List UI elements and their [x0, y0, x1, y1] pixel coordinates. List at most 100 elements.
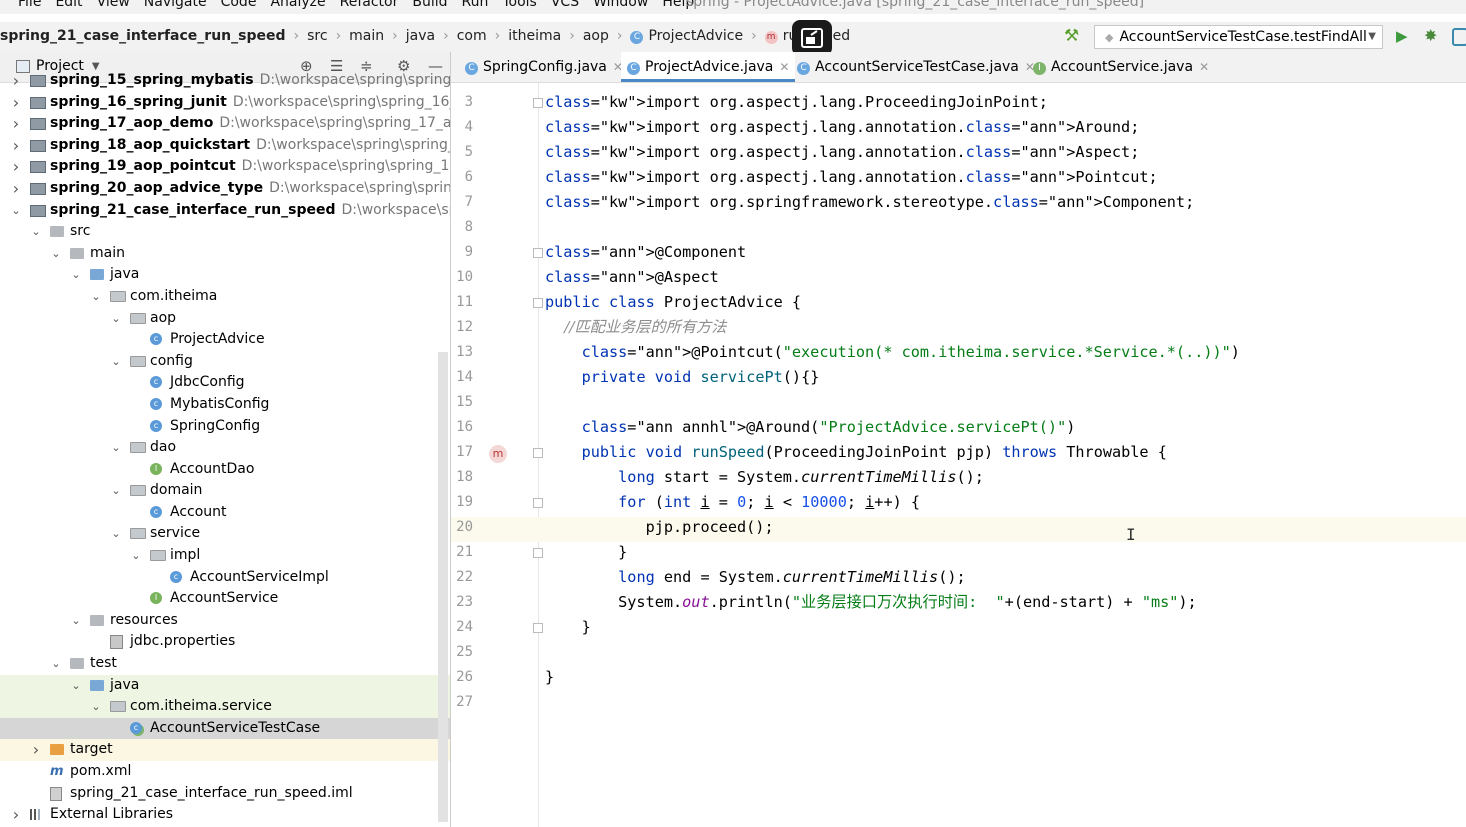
- tree-row[interactable]: ⌄ dao: [0, 437, 450, 459]
- fold-marker-icon[interactable]: [533, 98, 543, 108]
- tree-row[interactable]: c AccountServiceImpl: [0, 567, 450, 589]
- tree-row[interactable]: ⌄ com.itheima.service: [0, 696, 450, 718]
- chevron-right-icon[interactable]: ›: [10, 178, 22, 200]
- menu-item-code[interactable]: Code: [221, 0, 257, 10]
- tree-row[interactable]: ⌄ spring_21_case_interface_run_speed D:\wo…: [0, 200, 450, 222]
- tree-row[interactable]: ⌄ java: [0, 674, 450, 697]
- fold-marker-icon[interactable]: [533, 623, 543, 633]
- chevron-down-icon[interactable]: ⌄: [110, 480, 122, 502]
- debug-icon[interactable]: ✸: [1424, 26, 1437, 45]
- chevron-right-icon[interactable]: ›: [10, 113, 22, 135]
- breadcrumb-item[interactable]: itheima: [508, 28, 561, 44]
- run-configuration-select[interactable]: ◆ AccountServiceTestCase.testFindAll ▼: [1094, 25, 1383, 49]
- line-number: 6: [464, 169, 473, 185]
- chevron-right-icon[interactable]: ›: [30, 739, 42, 761]
- tree-row[interactable]: ⌄ com.itheima: [0, 286, 450, 308]
- menu-item-analyze[interactable]: Analyze: [270, 0, 325, 10]
- chevron-right-icon[interactable]: ›: [10, 156, 22, 178]
- tab-accountservicetestcase[interactable]: C AccountServiceTestCase.java ✕: [791, 52, 1041, 82]
- tree-row[interactable]: ⌄ aop: [0, 308, 450, 330]
- tree-row[interactable]: c SpringConfig: [0, 416, 450, 438]
- breadcrumb-item[interactable]: main: [349, 28, 384, 44]
- tree-row[interactable]: › External Libraries: [0, 804, 450, 826]
- tab-accountservice[interactable]: I AccountService.java ✕: [1027, 52, 1215, 82]
- fold-marker-icon[interactable]: [533, 298, 543, 308]
- chevron-down-icon[interactable]: ⌄: [130, 545, 142, 567]
- close-icon[interactable]: ✕: [1199, 60, 1209, 74]
- menu-item-refactor[interactable]: Refactor: [340, 0, 399, 10]
- tree-row[interactable]: c JdbcConfig: [0, 372, 450, 394]
- tree-row[interactable]: ⌄ main: [0, 243, 450, 265]
- tab-projectadvice[interactable]: C ProjectAdvice.java ✕: [621, 52, 796, 82]
- chevron-down-icon[interactable]: ⌄: [90, 696, 102, 718]
- tree-row[interactable]: c Account: [0, 502, 450, 524]
- tree-row[interactable]: ⌄ java: [0, 264, 450, 286]
- tree-row[interactable]: › spring_20_aop_advice_type D:\workspace\s…: [0, 178, 450, 200]
- chevron-down-icon[interactable]: ⌄: [70, 610, 82, 632]
- chevron-down-icon[interactable]: ⌄: [50, 243, 62, 265]
- fold-marker-icon[interactable]: [533, 448, 543, 458]
- breadcrumb-item[interactable]: com: [457, 28, 487, 44]
- tree-row[interactable]: ⌄ domain: [0, 480, 450, 502]
- method-marker-icon[interactable]: m: [489, 445, 507, 463]
- tree-row[interactable]: c ProjectAdvice: [0, 329, 450, 351]
- tree-row[interactable]: m pom.xml: [0, 761, 450, 783]
- chevron-right-icon[interactable]: ›: [10, 70, 22, 92]
- tree-row[interactable]: ⌄ src: [0, 221, 450, 243]
- tree-row[interactable]: › spring_19_aop_pointcut D:\workspace\spri…: [0, 156, 450, 178]
- build-hammer-icon[interactable]: ⚒: [1064, 26, 1079, 46]
- breadcrumb-item[interactable]: src: [307, 28, 327, 44]
- tree-row[interactable]: › spring_15_spring_mybatis D:\workspace\sp…: [0, 70, 450, 92]
- tree-row[interactable]: ⌄ impl: [0, 545, 450, 567]
- chevron-down-icon[interactable]: ⌄: [10, 200, 22, 222]
- menu-item-run[interactable]: Run: [462, 0, 489, 10]
- tree-row[interactable]: › spring_18_aop_quickstart D:\workspace\sp…: [0, 135, 450, 157]
- chevron-down-icon[interactable]: ⌄: [110, 523, 122, 545]
- chevron-down-icon[interactable]: ⌄: [110, 437, 122, 459]
- tree-row[interactable]: ⌄ service: [0, 523, 450, 545]
- tab-springconfig[interactable]: C SpringConfig.java ✕: [459, 52, 629, 82]
- menu-item-build[interactable]: Build: [412, 0, 447, 10]
- chevron-right-icon[interactable]: ›: [10, 804, 22, 826]
- tree-row[interactable]: ⌄ test: [0, 653, 450, 675]
- chevron-down-icon[interactable]: ⌄: [110, 351, 122, 373]
- tree-row[interactable]: › spring_17_aop_demo D:\workspace\spring\s…: [0, 113, 450, 135]
- tree-row[interactable]: I AccountDao: [0, 459, 450, 481]
- coverage-icon[interactable]: [1452, 28, 1466, 46]
- tree-row[interactable]: spring_21_case_interface_run_speed.iml: [0, 783, 450, 805]
- chevron-down-icon[interactable]: ⌄: [30, 221, 42, 243]
- chevron-right-icon[interactable]: ›: [10, 92, 22, 114]
- chevron-down-icon[interactable]: ⌄: [90, 286, 102, 308]
- chevron-right-icon[interactable]: ›: [10, 135, 22, 157]
- menu-item-vcs[interactable]: VCS: [551, 0, 579, 10]
- breadcrumb-item[interactable]: aop: [583, 28, 609, 44]
- menu-item-edit[interactable]: Edit: [55, 0, 82, 10]
- breadcrumb-item[interactable]: spring_21_case_interface_run_speed: [0, 28, 286, 44]
- menu-item-tools[interactable]: Tools: [502, 0, 537, 10]
- chevron-down-icon[interactable]: ⌄: [110, 308, 122, 330]
- fold-marker-icon[interactable]: [533, 248, 543, 258]
- breadcrumb-item[interactable]: C ProjectAdvice: [630, 28, 743, 44]
- tree-row[interactable]: › target: [0, 739, 450, 761]
- menu-item-navigate[interactable]: Navigate: [144, 0, 207, 10]
- tree-row[interactable]: c MybatisConfig: [0, 394, 450, 416]
- fold-marker-icon[interactable]: [533, 498, 543, 508]
- close-icon[interactable]: ✕: [779, 60, 789, 74]
- chevron-down-icon[interactable]: ⌄: [70, 264, 82, 286]
- exit-fullscreen-button[interactable]: [792, 20, 832, 56]
- tree-row[interactable]: ⌄ config: [0, 351, 450, 373]
- menu-item-file[interactable]: File: [18, 0, 41, 10]
- menu-item-view[interactable]: View: [97, 0, 130, 10]
- tree-row[interactable]: I AccountService: [0, 588, 450, 610]
- vertical-scrollbar[interactable]: [438, 352, 448, 822]
- menu-item-window[interactable]: Window: [593, 0, 648, 10]
- tree-row[interactable]: c AccountServiceTestCase: [0, 717, 450, 740]
- tree-row[interactable]: › spring_16_spring_junit D:\workspace\spri…: [0, 92, 450, 114]
- chevron-down-icon[interactable]: ⌄: [70, 675, 82, 697]
- fold-marker-icon[interactable]: [533, 548, 543, 558]
- breadcrumb-item[interactable]: java: [406, 28, 435, 44]
- tree-row[interactable]: ⌄ resources: [0, 610, 450, 632]
- tree-row[interactable]: jdbc.properties: [0, 631, 450, 653]
- chevron-down-icon[interactable]: ⌄: [50, 653, 62, 675]
- run-icon[interactable]: ▶: [1396, 27, 1408, 45]
